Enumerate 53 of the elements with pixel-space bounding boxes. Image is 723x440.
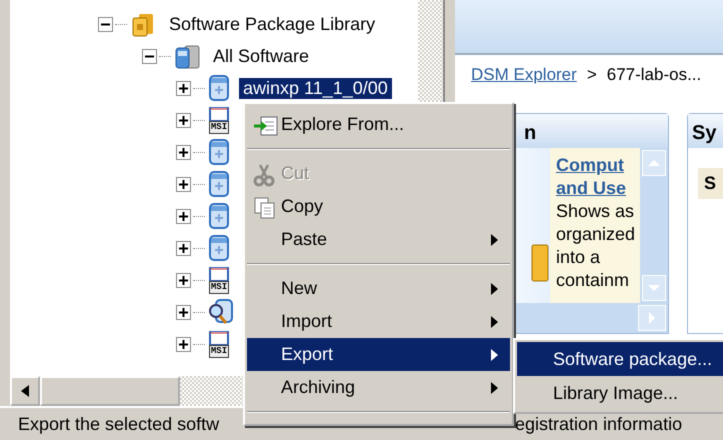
panel-text-line: containm: [556, 269, 630, 292]
expand-icon[interactable]: [176, 208, 191, 224]
panel-text-line: organized: [556, 223, 636, 246]
msi-label: MSI: [208, 120, 230, 134]
panel-link-line[interactable]: and Use: [556, 177, 640, 200]
panel-link-line[interactable]: Comput: [556, 154, 640, 177]
msi-label: MSI: [208, 280, 230, 294]
expand-icon[interactable]: [176, 240, 191, 256]
menu-item[interactable]: Library Image...: [517, 376, 723, 410]
package-icon: [207, 202, 231, 230]
msi-package-icon: [207, 266, 231, 280]
panel-text-line: Shows as: [556, 200, 636, 223]
expand-icon[interactable]: [176, 80, 191, 96]
panel-text-line: into a: [556, 246, 602, 269]
expand-icon[interactable]: [176, 144, 191, 160]
tree-item[interactable]: awinxp 11_1_0/00: [239, 78, 392, 98]
menu-item[interactable]: Software package...: [517, 342, 723, 376]
expand-icon[interactable]: [176, 304, 191, 320]
scroll-left-button[interactable]: [10, 376, 40, 406]
cut-icon: [253, 163, 275, 187]
explore-icon: [253, 114, 279, 138]
menu-item[interactable]: Import: [247, 305, 510, 338]
tree-item[interactable]: Software Package Library: [165, 14, 380, 34]
tree-item[interactable]: All Software: [209, 46, 314, 66]
collapse-icon[interactable]: [98, 16, 113, 32]
breadcrumb-separator: >: [586, 64, 597, 86]
panel-title: Sy: [688, 114, 723, 148]
package-icon: [207, 74, 231, 102]
scrollbar-thumb[interactable]: [40, 376, 180, 406]
menu-item[interactable]: Copy: [247, 190, 510, 223]
package-icon: [207, 138, 231, 166]
collapse-icon[interactable]: [142, 48, 157, 64]
package-icon: [207, 170, 231, 198]
scroll-left-icon[interactable]: [21, 385, 29, 397]
copy-icon: [253, 196, 277, 220]
expand-icon[interactable]: [176, 272, 191, 288]
menu-item[interactable]: Paste: [247, 223, 510, 256]
menu-item[interactable]: New: [247, 272, 510, 305]
menu-item[interactable]: Archiving: [247, 371, 510, 404]
expand-icon[interactable]: [176, 112, 191, 128]
msi-package-icon: [207, 330, 231, 344]
expand-icon[interactable]: [176, 176, 191, 192]
msi-label: MSI: [208, 344, 230, 358]
magnifier-package-icon: [207, 298, 235, 326]
status-text: Export the selected softw: [17, 412, 220, 436]
menu-item[interactable]: Export: [247, 338, 510, 371]
panel-subtitle: S: [698, 168, 723, 199]
package-icon: [207, 234, 231, 262]
breadcrumb-link[interactable]: DSM Explorer: [471, 62, 577, 88]
msi-package-icon: [207, 106, 231, 120]
expand-icon[interactable]: [176, 336, 191, 352]
breadcrumb-item: 677-lab-os...: [606, 64, 702, 86]
status-text: egistration informatio: [515, 412, 682, 436]
